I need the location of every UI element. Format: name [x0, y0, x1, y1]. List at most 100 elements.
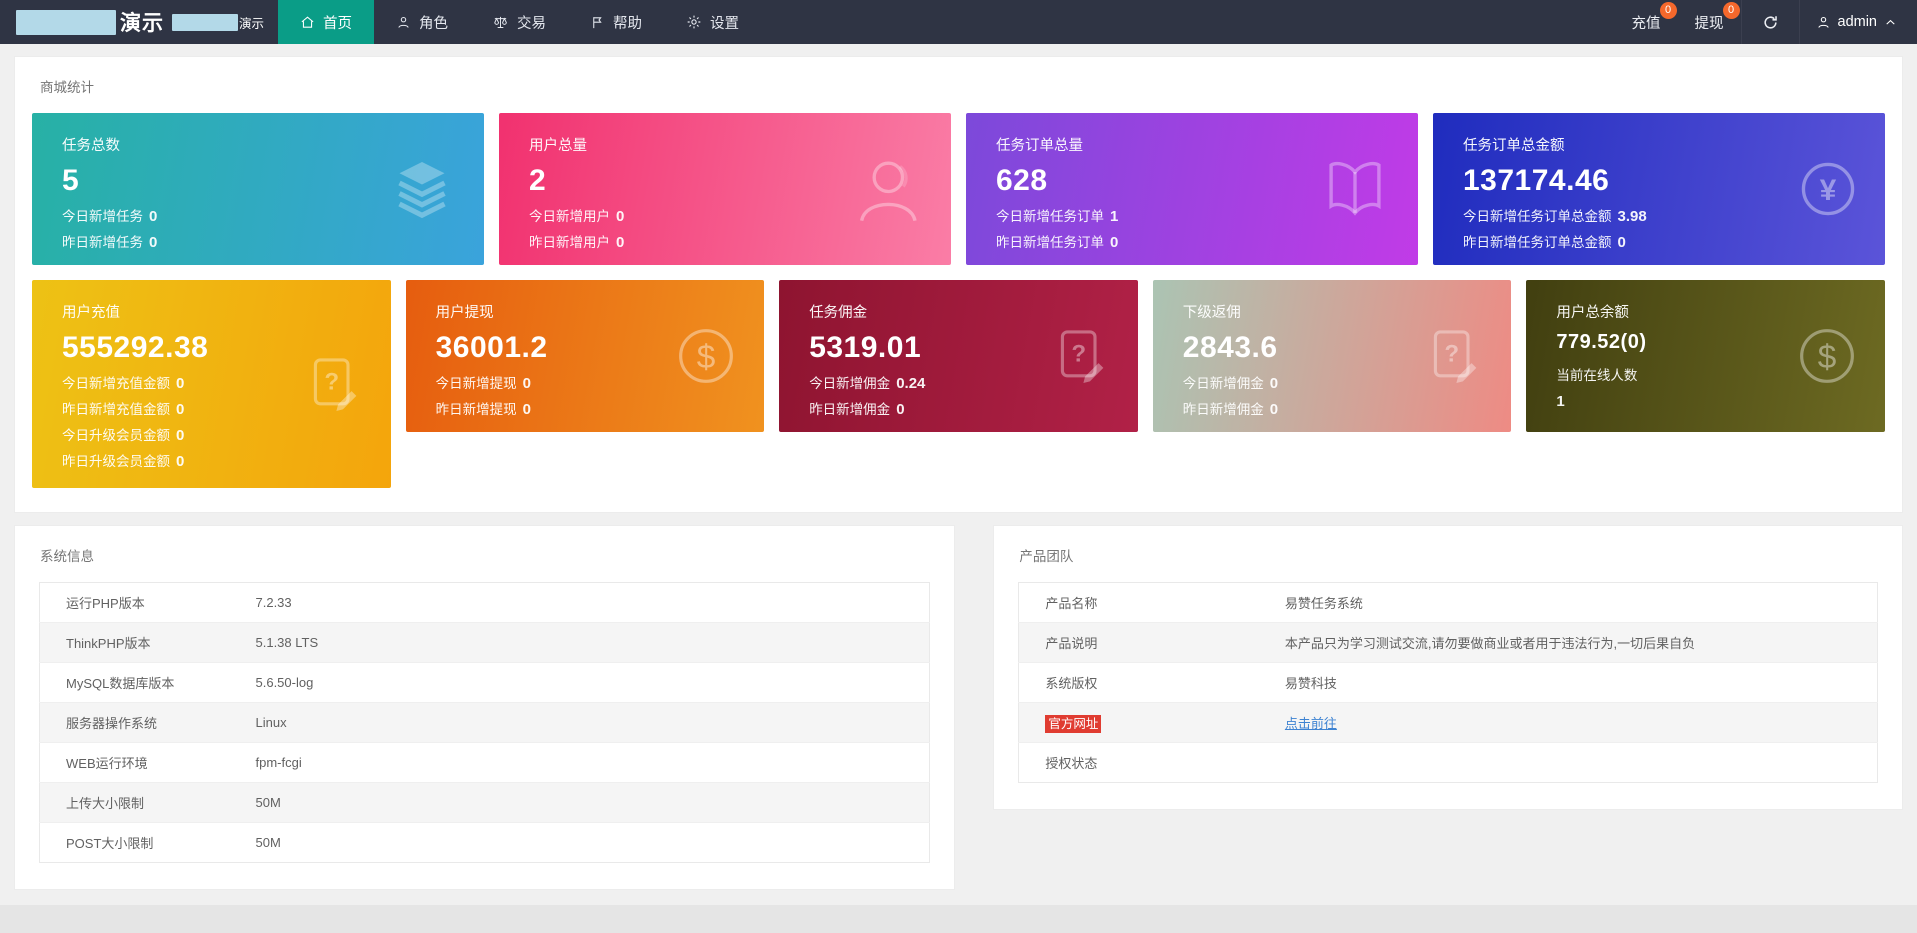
- svg-text:$: $: [697, 339, 716, 376]
- user-outline-icon: [845, 149, 925, 229]
- detail-label: 今日新增佣金: [1183, 376, 1264, 391]
- clipboard-question-icon: ?: [297, 350, 365, 418]
- product-team-panel: 产品团队 产品名称易赞任务系统产品说明本产品只为学习测试交流,请勿要做商业或者用…: [993, 525, 1903, 810]
- dollar-circle-icon: $: [674, 324, 738, 388]
- chevron-up-icon: [1884, 16, 1897, 29]
- row-value-cell: 本产品只为学习测试交流,请勿要做商业或者用于违法行为,一切后果自负: [1285, 623, 1878, 663]
- clipboard-question-icon: ?: [1044, 322, 1112, 390]
- stat-card-title: 任务总数: [62, 134, 454, 155]
- product-team-title: 产品团队: [994, 526, 1902, 580]
- detail-label: 今日升级会员金额: [62, 428, 170, 443]
- stat-card-user-recharge: 用户充值555292.38今日新增充值金额0昨日新增充值金额0今日升级会员金额0…: [32, 280, 391, 488]
- row-label-cell: 系统版权: [1019, 663, 1285, 703]
- row-value-cell: 点击前往: [1285, 703, 1878, 743]
- refresh-icon: [1762, 14, 1779, 31]
- notification-badge: 0: [1723, 2, 1740, 19]
- shop-stats-panel: 商城统计 任务总数5今日新增任务0昨日新增任务0用户总量2今日新增用户0昨日新增…: [14, 56, 1903, 513]
- row-label-cell: 官方网址: [1019, 703, 1285, 743]
- stat-card-sub-rebate: 下级返佣2843.6今日新增佣金0昨日新增佣金0?: [1153, 280, 1512, 432]
- detail-value: 0: [523, 401, 531, 418]
- system-info-row: 运行PHP版本7.2.33: [40, 583, 930, 623]
- stat-card-title: 下级返佣: [1183, 301, 1482, 322]
- nav-item-help[interactable]: 帮助: [568, 0, 664, 44]
- nav-item-roles[interactable]: 角色: [374, 0, 470, 44]
- svg-text:?: ?: [324, 369, 339, 396]
- nav-item-label: 角色: [419, 12, 448, 33]
- refresh-button[interactable]: [1741, 0, 1800, 44]
- system-info-row: 上传大小限制50M: [40, 783, 930, 823]
- detail-value: 0: [896, 401, 904, 418]
- row-label-cell: WEB运行环境: [40, 743, 256, 783]
- user-menu[interactable]: admin: [1800, 0, 1917, 44]
- shop-stats-title: 商城统计: [15, 57, 1902, 111]
- nav-item-label: 设置: [710, 12, 739, 33]
- nav-action-label: 充值: [1632, 12, 1661, 33]
- stat-card-title: 任务订单总金额: [1463, 134, 1855, 155]
- logo-text-small: 演示: [239, 13, 264, 32]
- row-value-cell: 50M: [256, 783, 930, 823]
- system-info-title: 系统信息: [15, 526, 954, 580]
- scales-icon: [492, 14, 509, 31]
- detail-value: 0: [176, 375, 184, 392]
- bottom-panels: 系统信息 运行PHP版本7.2.33ThinkPHP版本5.1.38 LTSMy…: [14, 525, 1903, 890]
- svg-text:?: ?: [1071, 341, 1086, 368]
- detail-label: 昨日新增充值金额: [62, 402, 170, 417]
- nav-item-home[interactable]: 首页: [278, 0, 374, 44]
- nav-right-actions: 充值0提现0admin: [1615, 0, 1917, 44]
- stat-card-detail: 今日升级会员金额0: [62, 424, 361, 444]
- detail-value: 0: [1270, 401, 1278, 418]
- detail-label: 昨日新增佣金: [1183, 402, 1264, 417]
- nav-item-settings[interactable]: 设置: [664, 0, 761, 44]
- clipboard-question-icon: ?: [1417, 322, 1485, 390]
- product-team-row: 产品说明本产品只为学习测试交流,请勿要做商业或者用于违法行为,一切后果自负: [1019, 623, 1878, 663]
- nav-item-label: 首页: [323, 12, 352, 33]
- detail-value: 0: [1618, 234, 1626, 251]
- app-logo: 演示 演示: [0, 0, 278, 44]
- recharge-button[interactable]: 充值0: [1615, 0, 1678, 44]
- detail-label: 今日新增提现: [436, 376, 517, 391]
- svg-text:?: ?: [1445, 341, 1460, 368]
- row-value-cell: [1285, 743, 1878, 783]
- flag-icon: [590, 15, 605, 30]
- stat-card-title: 用户总余额: [1556, 301, 1855, 322]
- detail-value: 0: [1110, 234, 1118, 251]
- stat-card-order-total: 任务订单总量628今日新增任务订单1昨日新增任务订单0: [966, 113, 1418, 265]
- detail-value: 0: [149, 208, 157, 225]
- stat-card-detail: 昨日升级会员金额0: [62, 450, 361, 470]
- stat-card-detail: 昨日新增佣金 0: [809, 398, 1108, 418]
- row-label-cell: POST大小限制: [40, 823, 256, 863]
- user-icon: [396, 15, 411, 30]
- row-label-cell: 产品说明: [1019, 623, 1285, 663]
- nav-item-trade[interactable]: 交易: [470, 0, 568, 44]
- product-team-row: 官方网址点击前往: [1019, 703, 1878, 743]
- row-label-cell: 运行PHP版本: [40, 583, 256, 623]
- detail-label: 昨日升级会员金额: [62, 454, 170, 469]
- detail-value: 0: [616, 234, 624, 251]
- detail-label: 昨日新增提现: [436, 402, 517, 417]
- stat-card-detail: 1: [1556, 393, 1855, 410]
- detail-label: 昨日新增佣金: [809, 402, 890, 417]
- stat-card-title: 用户充值: [62, 301, 361, 322]
- detail-label: 今日新增佣金: [809, 376, 890, 391]
- row-value-cell: 50M: [256, 823, 930, 863]
- person-icon: [1816, 15, 1831, 30]
- detail-label: 昨日新增用户: [529, 235, 610, 250]
- logo-redacted-block-small: [172, 14, 238, 31]
- row-label-cell: 产品名称: [1019, 583, 1285, 623]
- product-team-row: 产品名称易赞任务系统: [1019, 583, 1878, 623]
- detail-label: 昨日新增任务: [62, 235, 143, 250]
- detail-value: 1: [1110, 208, 1118, 225]
- withdraw-button[interactable]: 提现0: [1678, 0, 1741, 44]
- system-info-row: 服务器操作系统Linux: [40, 703, 930, 743]
- detail-value: 1: [1556, 393, 1564, 410]
- nav-item-label: 交易: [517, 12, 546, 33]
- stat-card-detail: 昨日新增任务订单总金额0: [1463, 231, 1855, 251]
- detail-value: 3.98: [1618, 208, 1647, 225]
- stat-card-title: 用户提现: [436, 301, 735, 322]
- goto-link[interactable]: 点击前往: [1285, 716, 1337, 731]
- row-value-cell: 易赞科技: [1285, 663, 1878, 703]
- notification-badge: 0: [1660, 2, 1677, 19]
- svg-text:¥: ¥: [1820, 174, 1837, 207]
- stat-card-title: 任务佣金: [809, 301, 1108, 322]
- gear-icon: [686, 14, 702, 30]
